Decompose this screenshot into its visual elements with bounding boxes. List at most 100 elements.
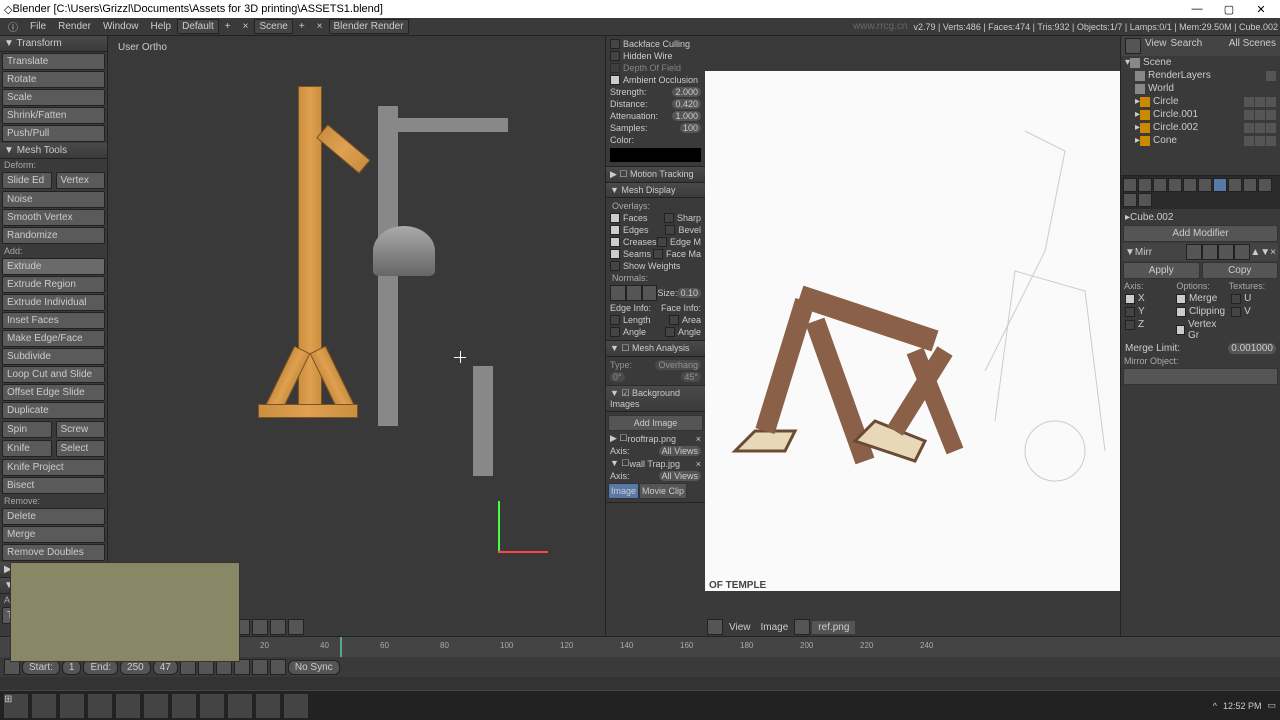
add-modifier-dropdown[interactable]: Add Modifier [1123,225,1278,242]
tray-up-icon[interactable]: ^ [1213,701,1217,711]
extrude-individual-button[interactable]: Extrude Individual [2,294,105,311]
info-icon[interactable]: ⓘ [2,19,24,34]
scene-tab-icon[interactable] [1153,178,1167,192]
mod-delete-icon[interactable]: × [1270,247,1276,258]
axis-z-checkbox[interactable] [1125,320,1135,330]
chrome-icon[interactable] [228,694,252,718]
randomize-button[interactable]: Randomize [2,227,105,244]
hidden-wire-checkbox[interactable] [610,51,620,61]
outliner-type-icon[interactable] [1125,38,1141,54]
outliner-circle[interactable]: Circle [1153,96,1179,107]
duplicate-button[interactable]: Duplicate [2,402,105,419]
add-scene-button[interactable]: + [293,21,311,32]
eye-icon[interactable] [1244,123,1254,133]
knife-project-button[interactable]: Knife Project [2,459,105,476]
active-object[interactable]: Cube.002 [1130,212,1173,223]
material-tab-icon[interactable] [1243,178,1257,192]
layout-dropdown[interactable]: Default [177,19,219,34]
store-icon[interactable] [116,694,140,718]
image-filename[interactable]: ref.png [812,621,855,634]
image-browse-icon[interactable] [794,619,810,635]
mod-display-icon[interactable] [1202,244,1218,260]
slide-edge-button[interactable]: Slide Ed [2,172,52,189]
search-icon[interactable] [32,694,56,718]
notifications-icon[interactable]: ▭ [1267,700,1276,711]
keyframe-next-icon[interactable] [252,659,268,675]
subdivide-button[interactable]: Subdivide [2,348,105,365]
merge-button[interactable]: Merge [2,526,105,543]
app-icon-3[interactable] [200,694,224,718]
pushpull-button[interactable]: Push/Pull [2,125,105,142]
particles-tab-icon[interactable] [1123,193,1137,207]
task-view-icon[interactable] [60,694,84,718]
jump-end-icon[interactable] [270,659,286,675]
app-icon-4[interactable] [256,694,280,718]
reference-image[interactable]: OF TEMPLE [705,71,1120,591]
3d-viewport[interactable]: User Ortho Local [108,36,605,636]
scale-button[interactable]: Scale [2,89,105,106]
constraints-tab-icon[interactable] [1198,178,1212,192]
world-tab-icon[interactable] [1168,178,1182,192]
tex-v-checkbox[interactable] [1231,307,1241,317]
start-button[interactable]: ⊞ [4,694,28,718]
face-angle-checkbox[interactable] [665,327,675,337]
mod-move-down-icon[interactable]: ▼ [1260,247,1270,258]
shrink-button[interactable]: Shrink/Fatten [2,107,105,124]
spin-button[interactable]: Spin [2,421,52,438]
select-button[interactable]: Select [56,440,106,457]
vgroup-checkbox[interactable] [1176,325,1185,335]
modifier-name[interactable]: Mirr [1135,247,1152,258]
backface-checkbox[interactable] [610,39,620,49]
blender-taskbar-icon[interactable] [284,694,308,718]
menu-help[interactable]: Help [145,21,178,32]
minimize-button[interactable]: — [1182,3,1212,16]
remove-scene-button[interactable]: × [311,21,329,32]
maximize-button[interactable]: ▢ [1214,3,1244,16]
render-tab-icon[interactable] [1123,178,1137,192]
add-layout-button[interactable]: + [219,21,237,32]
camera-icon[interactable] [1266,136,1276,146]
delete-button[interactable]: Delete [2,508,105,525]
file-explorer-icon[interactable] [88,694,112,718]
knife-button[interactable]: Knife [2,440,52,457]
outliner-circle1[interactable]: Circle.001 [1153,109,1198,120]
mod-render-icon[interactable] [1186,244,1202,260]
outliner-scene[interactable]: Scene [1143,57,1171,68]
menu-window[interactable]: Window [97,21,145,32]
outliner-circle2[interactable]: Circle.002 [1153,122,1198,133]
mod-edit-icon[interactable] [1218,244,1234,260]
image-image-menu[interactable]: Image [757,622,793,633]
apply-button[interactable]: Apply [1123,262,1200,279]
clipping-checkbox[interactable] [1176,307,1186,317]
extrude-button[interactable]: Extrude [2,258,105,275]
renderlayers-tab-icon[interactable] [1138,178,1152,192]
normal-size-value[interactable]: 0.10 [677,288,701,298]
cursor-icon[interactable] [1255,97,1265,107]
face-marks-checkbox[interactable] [653,249,663,259]
app-icon-2[interactable] [172,694,196,718]
outliner-search-menu[interactable]: Search [1171,38,1203,54]
loop-cut-button[interactable]: Loop Cut and Slide [2,366,105,383]
inset-faces-button[interactable]: Inset Faces [2,312,105,329]
layers-icon[interactable] [288,619,304,635]
outliner-world[interactable]: World [1148,83,1174,94]
offset-edge-button[interactable]: Offset Edge Slide [2,384,105,401]
transform-header[interactable]: ▼ Transform [0,36,107,52]
sync-dropdown[interactable]: No Sync [288,660,340,675]
texture-tab-icon[interactable] [1258,178,1272,192]
noise-button[interactable]: Noise [2,191,105,208]
playhead[interactable] [340,637,342,657]
object-tab-icon[interactable] [1183,178,1197,192]
make-edge-face-button[interactable]: Make Edge/Face [2,330,105,347]
face-area-checkbox[interactable] [669,315,679,325]
data-tab-icon[interactable] [1228,178,1242,192]
axis-x-checkbox[interactable] [1125,294,1135,304]
engine-dropdown[interactable]: Blender Render [329,19,409,34]
bisect-button[interactable]: Bisect [2,477,105,494]
eye-icon[interactable] [1244,110,1254,120]
outliner-filter-dropdown[interactable]: All Scenes [1229,38,1276,54]
app-icon[interactable] [144,694,168,718]
strength-value[interactable]: 2.000 [672,87,701,97]
axis-1-dropdown[interactable]: All Views [659,446,701,456]
camera-icon[interactable] [1266,110,1276,120]
